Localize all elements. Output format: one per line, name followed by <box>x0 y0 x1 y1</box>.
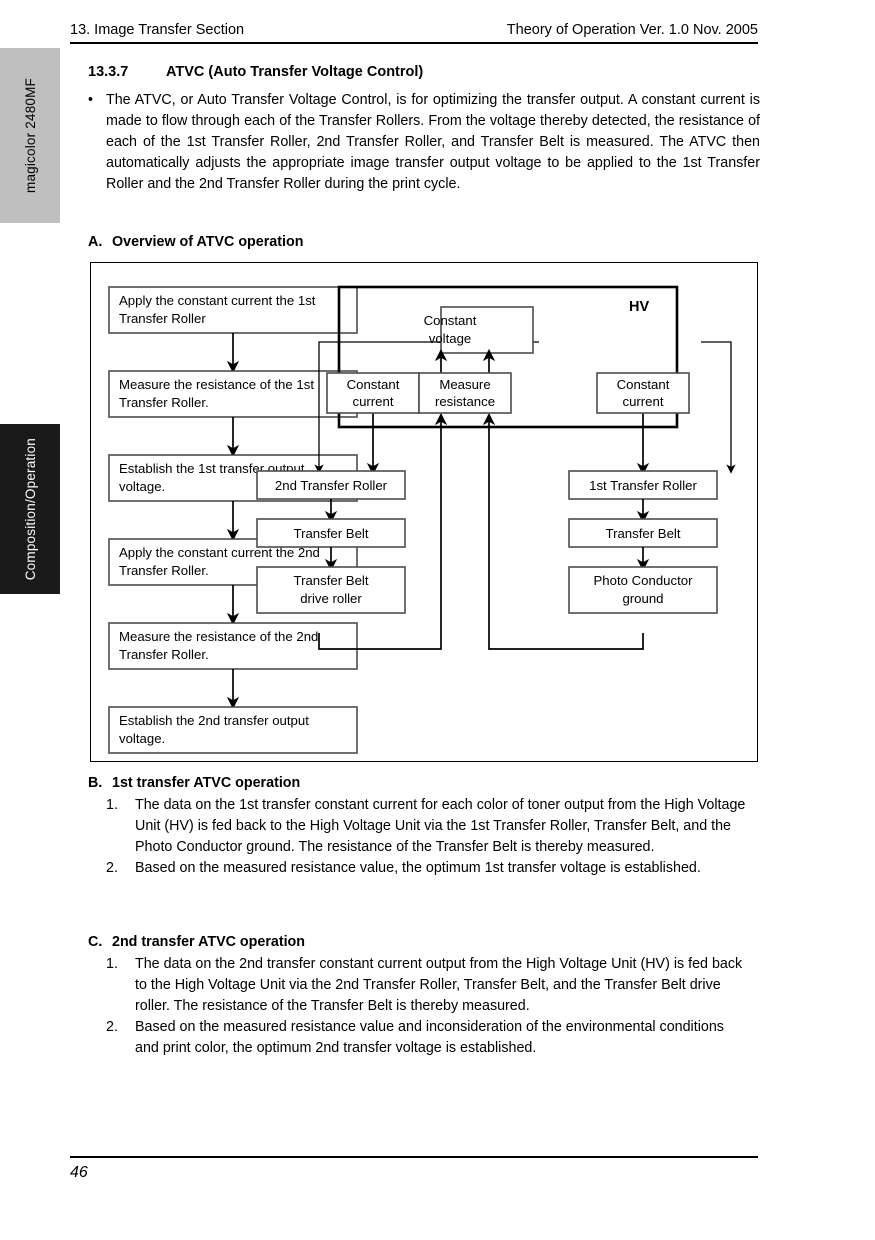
list-item: 1. The data on the 1st transfer constant… <box>88 795 748 858</box>
block-a-title: Overview of ATVC operation <box>112 234 304 250</box>
block-b-title: 1st transfer ATVC operation <box>112 775 301 791</box>
block-c-item-2-index: 2. <box>106 1019 118 1035</box>
block-c-title: 2nd transfer ATVC operation <box>112 934 306 950</box>
hv-constant-current-left-line1: Constant <box>347 377 400 392</box>
block-c-heading: C. 2nd transfer ATVC operation <box>88 934 305 950</box>
hv-measure-resistance-line2: resistance <box>435 394 495 409</box>
block-b-heading: B. 1st transfer ATVC operation <box>88 775 300 791</box>
block-c-item-1-index: 1. <box>106 956 118 972</box>
left-chain-2-line1: Transfer Belt <box>294 526 369 541</box>
intro-paragraph: • The ATVC, or Auto Transfer Voltage Con… <box>88 90 760 195</box>
flow-step-5-line1: Measure the resistance of the 2nd <box>119 629 318 644</box>
block-a-heading: A. Overview of ATVC operation <box>88 234 303 250</box>
header-document-title: Theory of Operation Ver. 1.0 Nov. 2005 <box>506 22 758 38</box>
header-section-title: 13. Image Transfer Section <box>70 22 245 38</box>
section-heading: 13.3.7 ATVC (Auto Transfer Voltage Contr… <box>88 64 423 80</box>
flow-step-1-line2: Transfer Roller <box>119 311 206 326</box>
block-a-letter: A. <box>88 234 103 250</box>
flow-step-2-line1: Measure the resistance of the 1st <box>119 377 314 392</box>
page-footer: 46 <box>70 1156 758 1182</box>
block-b-item-2-index: 2. <box>106 860 118 876</box>
hv-constant-current-left-line2: current <box>352 394 393 409</box>
list-item: 2. Based on the measured resistance valu… <box>88 1017 748 1059</box>
hv-measure-resistance-line1: Measure <box>439 377 490 392</box>
hv-constant-current-right-line2: current <box>622 394 663 409</box>
bullet-marker: • <box>88 92 94 108</box>
hv-constant-voltage-line1: Constant <box>424 313 477 328</box>
flow-step-6-line1: Establish the 2nd transfer output <box>119 713 309 728</box>
atvc-overview-diagram: Apply the constant current the 1st Trans… <box>90 262 758 762</box>
list-item: 2. Based on the measured resistance valu… <box>88 858 748 879</box>
right-chain-1-line1: 1st Transfer Roller <box>589 478 697 493</box>
side-tab-product-label: magicolor 2480MF <box>22 78 38 193</box>
left-chain-1-line1: 2nd Transfer Roller <box>275 478 388 493</box>
flow-step-5-line2: Transfer Roller. <box>119 647 209 662</box>
section-number: 13.3.7 <box>88 64 129 80</box>
flow-step-3-line2: voltage. <box>119 479 165 494</box>
left-chain-3-line1: Transfer Belt <box>294 573 369 588</box>
list-item: 1. The data on the 2nd transfer constant… <box>88 954 748 1017</box>
hv-constant-voltage-line2: voltage <box>429 331 472 346</box>
block-c-item-2-text: Based on the measured resistance value a… <box>135 1019 724 1056</box>
page-header: 13. Image Transfer Section Theory of Ope… <box>70 22 758 44</box>
block-c-letter: C. <box>88 934 103 950</box>
intro-text: The ATVC, or Auto Transfer Voltage Contr… <box>106 92 760 192</box>
block-c-item-1-text: The data on the 2nd transfer constant cu… <box>135 956 743 1014</box>
block-b-letter: B. <box>88 775 103 791</box>
right-chain-3-line1: Photo Conductor <box>594 573 694 588</box>
flow-step-2-line2: Transfer Roller. <box>119 395 209 410</box>
flow-step-1-line1: Apply the constant current the 1st <box>119 293 316 308</box>
block-b-item-1-index: 1. <box>106 797 118 813</box>
hv-label: HV <box>629 299 649 315</box>
block-b-item-2-text: Based on the measured resistance value, … <box>135 860 701 876</box>
flow-step-6-line2: voltage. <box>119 731 165 746</box>
page-number: 46 <box>70 1164 88 1181</box>
left-chain-3-line2: drive roller <box>300 591 362 606</box>
block-c-list: 1. The data on the 2nd transfer constant… <box>88 954 748 1059</box>
side-tab-chapter-label: Composition/Operation <box>22 437 38 581</box>
section-title: ATVC (Auto Transfer Voltage Control) <box>166 64 424 80</box>
side-tab-product: magicolor 2480MF <box>0 48 60 223</box>
block-b-item-1-text: The data on the 1st transfer constant cu… <box>135 797 746 855</box>
right-chain-3-line2: ground <box>622 591 663 606</box>
flow-step-4-line2: Transfer Roller. <box>119 563 209 578</box>
hv-constant-current-right-line1: Constant <box>617 377 670 392</box>
block-b-list: 1. The data on the 1st transfer constant… <box>88 795 748 879</box>
side-tab-chapter: Composition/Operation <box>0 424 60 594</box>
right-chain-2-line1: Transfer Belt <box>606 526 681 541</box>
